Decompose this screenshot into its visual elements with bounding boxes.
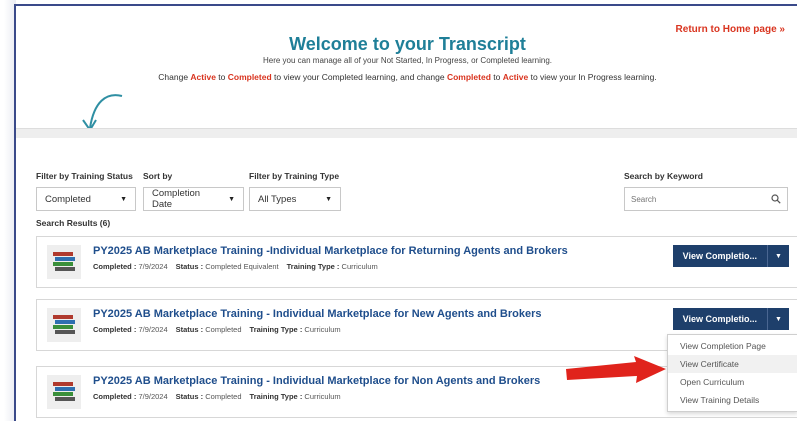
caret-down-icon: ▼ <box>228 195 235 203</box>
status-filter-dropdown[interactable]: Completed ▼ <box>36 187 136 211</box>
training-meta: Completed : 7/9/2024 Status : Completed E… <box>93 262 378 271</box>
status-label: Status : <box>175 262 204 271</box>
status-value: Completed <box>205 392 242 401</box>
search-results-count: Search Results (6) <box>36 218 111 228</box>
caret-down-icon[interactable]: ▼ <box>767 245 789 267</box>
instr-part: to <box>215 72 228 82</box>
type-label: Training Type : <box>249 325 303 334</box>
caret-down-icon[interactable]: ▼ <box>767 308 789 330</box>
book-stack-icon <box>47 245 81 279</box>
caret-down-icon: ▼ <box>325 195 332 203</box>
transcript-page: Return to Home page » Welcome to your Tr… <box>14 4 797 421</box>
search-input[interactable] <box>631 194 771 204</box>
completed-date: 7/9/2024 <box>138 325 168 334</box>
instr-part: to view your In Progress learning. <box>528 72 657 82</box>
instr-part: to <box>490 72 503 82</box>
page-subtitle: Here you can manage all of your Not Star… <box>262 56 553 65</box>
completed-date: 7/9/2024 <box>138 262 168 271</box>
sort-dropdown[interactable]: Completion Date ▼ <box>143 187 244 211</box>
transcript-header: Return to Home page » Welcome to your Tr… <box>16 6 797 132</box>
search-icon[interactable] <box>771 194 781 204</box>
instr-part: to view your Completed learning, and cha… <box>271 72 447 82</box>
type-value: Curriculum <box>304 325 341 334</box>
training-title-link[interactable]: PY2025 AB Marketplace Training - Individ… <box>93 308 542 320</box>
training-meta: Completed : 7/9/2024 Status : Completed Tr… <box>93 392 341 401</box>
view-completion-split-button: View Completio... ▼ <box>672 245 789 267</box>
sort-label: Sort by <box>143 171 173 181</box>
book-stack-icon <box>47 308 81 342</box>
type-value: Curriculum <box>304 392 341 401</box>
type-filter-label: Filter by Training Type <box>249 171 340 181</box>
type-value: Curriculum <box>341 262 378 271</box>
book-stack-icon <box>47 375 81 409</box>
training-title-link[interactable]: PY2025 AB Marketplace Training -Individu… <box>93 245 568 257</box>
view-completion-button[interactable]: View Completio... <box>672 308 767 330</box>
status-label: Status : <box>175 392 204 401</box>
training-title-link[interactable]: PY2025 AB Marketplace Training - Individ… <box>93 375 540 387</box>
transcript-item: PY2025 AB Marketplace Training -Individu… <box>36 236 797 288</box>
sort-value: Completion Date <box>152 188 201 210</box>
keyword-completed: Completed <box>446 72 491 82</box>
type-label: Training Type : <box>286 262 340 271</box>
menu-item-open-curriculum[interactable]: Open Curriculum <box>668 373 797 391</box>
keyword-search-box <box>624 187 788 211</box>
instr-part: Change <box>158 72 191 82</box>
status-value: Completed <box>205 325 242 334</box>
type-label: Training Type : <box>249 392 303 401</box>
menu-item-view-training-details[interactable]: View Training Details <box>668 391 797 409</box>
keyword-search-label: Search by Keyword <box>624 171 703 181</box>
keyword-active: Active <box>190 72 216 82</box>
type-filter-dropdown[interactable]: All Types ▼ <box>249 187 341 211</box>
training-meta: Completed : 7/9/2024 Status : Completed Tr… <box>93 325 341 334</box>
view-completion-button[interactable]: View Completio... <box>672 245 767 267</box>
instructions-text: Change Active to Completed to view your … <box>16 72 797 82</box>
menu-item-view-certificate[interactable]: View Certificate <box>668 355 797 373</box>
type-filter-value: All Types <box>258 193 297 205</box>
menu-item-view-completion-page[interactable]: View Completion Page <box>668 337 797 355</box>
keyword-completed: Completed <box>227 72 272 82</box>
view-completion-split-button: View Completio... ▼ <box>672 308 789 330</box>
keyword-active: Active <box>502 72 529 82</box>
completed-label: Completed : <box>93 325 137 334</box>
caret-down-icon: ▼ <box>120 195 127 203</box>
status-value: Completed Equivalent <box>205 262 279 271</box>
completed-label: Completed : <box>93 262 137 271</box>
page-title: Welcome to your Transcript <box>289 34 526 54</box>
section-divider <box>16 128 797 138</box>
completed-date: 7/9/2024 <box>138 392 168 401</box>
status-filter-value: Completed <box>45 193 91 205</box>
completion-actions-menu: View Completion Page View Certificate Op… <box>667 334 797 412</box>
status-filter-label: Filter by Training Status <box>36 171 133 181</box>
completed-label: Completed : <box>93 392 137 401</box>
red-arrow-icon <box>566 356 666 383</box>
status-label: Status : <box>175 325 204 334</box>
